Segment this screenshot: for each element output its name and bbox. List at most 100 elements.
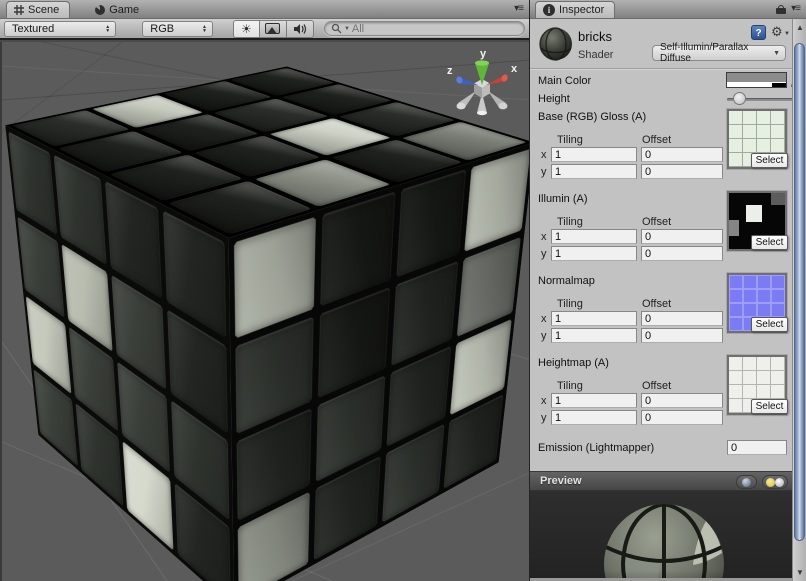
x-row-label: x bbox=[541, 313, 547, 325]
color-mode-dropdown[interactable]: RGB ▲▼ bbox=[142, 21, 213, 37]
select-button[interactable]: Select bbox=[751, 235, 788, 250]
gear-icon[interactable]: ⚙ bbox=[771, 24, 783, 40]
slot-label: Base (RGB) Gloss (A) bbox=[538, 111, 646, 123]
material-ball-icon bbox=[538, 26, 574, 62]
cube-tile-front-r3c1 bbox=[26, 295, 72, 394]
scene-search-field[interactable]: ▼ bbox=[324, 21, 525, 36]
tiling-y-field[interactable] bbox=[551, 246, 637, 261]
lock-icon[interactable] bbox=[776, 5, 786, 14]
viewport-toggle-group: ☀ bbox=[233, 20, 314, 38]
preview-sphere bbox=[530, 491, 792, 578]
audio-toggle-button[interactable] bbox=[287, 20, 314, 38]
tiling-x-field[interactable] bbox=[551, 393, 637, 408]
tab-inspector-label: Inspector bbox=[559, 4, 604, 16]
scene-viewport[interactable]: y x z bbox=[0, 42, 529, 581]
offset-y-field[interactable] bbox=[641, 246, 723, 261]
y-row-label: y bbox=[541, 248, 547, 260]
cube-tile-right-r1c4 bbox=[464, 149, 529, 252]
offset-y-field[interactable] bbox=[641, 164, 723, 179]
image-icon bbox=[265, 23, 280, 34]
texture-slot-base: Base (RGB) Gloss (A) Select Tiling Offse… bbox=[530, 107, 792, 189]
inspector-scrollbar[interactable]: ▲ ▼ bbox=[792, 19, 806, 581]
sphere-icon bbox=[742, 478, 751, 487]
offset-x-field[interactable] bbox=[641, 393, 723, 408]
tab-game[interactable]: Game bbox=[88, 1, 149, 18]
search-filter-caret-icon: ▼ bbox=[344, 26, 350, 32]
help-icon[interactable]: ? bbox=[751, 25, 766, 40]
preview-title: Preview bbox=[540, 475, 582, 487]
y-row-label: y bbox=[541, 166, 547, 178]
shader-label: Shader bbox=[578, 49, 613, 61]
draw-mode-value: Textured bbox=[12, 23, 54, 35]
tiling-y-field[interactable] bbox=[551, 328, 637, 343]
height-slider-knob[interactable] bbox=[733, 92, 746, 105]
shader-dropdown[interactable]: Self-Illumin/Parallax Diffuse ▼ bbox=[652, 45, 786, 61]
offset-header: Offset bbox=[642, 216, 671, 228]
light-off-icon bbox=[775, 478, 784, 487]
tiling-y-field[interactable] bbox=[551, 410, 637, 425]
inspector-panel: i Inspector ▾≡ bbox=[530, 0, 806, 581]
sun-icon: ☀ bbox=[241, 23, 252, 35]
scroll-up-arrow-icon[interactable]: ▲ bbox=[796, 23, 804, 32]
tiling-header: Tiling bbox=[557, 216, 583, 228]
y-row-label: y bbox=[541, 412, 547, 424]
cube-tile-front-r1c1 bbox=[8, 132, 57, 235]
bricks-cube-object[interactable] bbox=[158, 93, 398, 528]
scene-grid-icon bbox=[14, 5, 24, 15]
gear-caret-icon: ▼ bbox=[784, 31, 790, 37]
light-on-icon bbox=[766, 478, 775, 487]
offset-x-field[interactable] bbox=[641, 229, 723, 244]
preview-shape-button[interactable] bbox=[736, 475, 757, 489]
main-color-swatch[interactable] bbox=[726, 72, 787, 88]
offset-y-field[interactable] bbox=[641, 328, 723, 343]
scene-panel-menu-icon[interactable]: ▾≡ bbox=[514, 4, 523, 14]
tiling-y-field[interactable] bbox=[551, 164, 637, 179]
game-icon bbox=[95, 5, 105, 15]
offset-header: Offset bbox=[642, 298, 671, 310]
speaker-icon bbox=[293, 23, 307, 35]
emission-label: Emission (Lightmapper) bbox=[538, 442, 654, 454]
offset-header: Offset bbox=[642, 380, 671, 392]
search-input[interactable] bbox=[352, 23, 518, 35]
gizmo-z-label: z bbox=[447, 65, 453, 77]
tab-game-label: Game bbox=[109, 4, 139, 16]
scene-toolbar: Textured ▲▼ RGB ▲▼ ☀ bbox=[0, 19, 529, 40]
material-name: bricks bbox=[578, 29, 612, 44]
scroll-down-arrow-icon[interactable]: ▼ bbox=[796, 568, 804, 577]
skybox-toggle-button[interactable] bbox=[260, 20, 287, 38]
select-button[interactable]: Select bbox=[751, 317, 788, 332]
x-row-label: x bbox=[541, 149, 547, 161]
updown-arrows-icon: ▲▼ bbox=[105, 25, 110, 33]
tiling-x-field[interactable] bbox=[551, 229, 637, 244]
tab-scene[interactable]: Scene bbox=[6, 1, 70, 18]
offset-x-field[interactable] bbox=[641, 311, 723, 326]
tiling-x-field[interactable] bbox=[551, 311, 637, 326]
cube-tile-front-r4c1 bbox=[33, 369, 77, 466]
draw-mode-dropdown[interactable]: Textured ▲▼ bbox=[4, 21, 116, 37]
divider bbox=[530, 68, 792, 69]
preview-area[interactable] bbox=[530, 491, 792, 578]
tiling-x-field[interactable] bbox=[551, 147, 637, 162]
inspector-body: bricks Shader Self-Illumin/Parallax Diff… bbox=[530, 19, 792, 581]
lighting-toggle-button[interactable]: ☀ bbox=[233, 20, 260, 38]
height-label: Height bbox=[538, 93, 570, 105]
orientation-gizmo[interactable]: y x z bbox=[440, 45, 524, 129]
tab-inspector[interactable]: i Inspector bbox=[535, 1, 615, 18]
preview-light-toggle[interactable] bbox=[762, 475, 788, 489]
scrollbar-thumb[interactable] bbox=[794, 43, 805, 541]
emission-row: Emission (Lightmapper) bbox=[530, 438, 792, 458]
slot-label: Normalmap bbox=[538, 275, 595, 287]
x-row-label: x bbox=[541, 231, 547, 243]
chevron-down-icon: ▼ bbox=[773, 50, 780, 57]
y-row-label: y bbox=[541, 330, 547, 342]
select-button[interactable]: Select bbox=[751, 399, 788, 414]
offset-y-field[interactable] bbox=[641, 410, 723, 425]
inspector-menu-icon[interactable]: ▾≡ bbox=[791, 4, 800, 14]
preview-header[interactable]: Preview bbox=[530, 471, 792, 491]
main-color-label: Main Color bbox=[538, 75, 591, 87]
search-icon bbox=[331, 23, 342, 34]
emission-field[interactable] bbox=[727, 440, 787, 455]
slot-label: Illumin (A) bbox=[538, 193, 588, 205]
select-button[interactable]: Select bbox=[751, 153, 788, 168]
offset-x-field[interactable] bbox=[641, 147, 723, 162]
